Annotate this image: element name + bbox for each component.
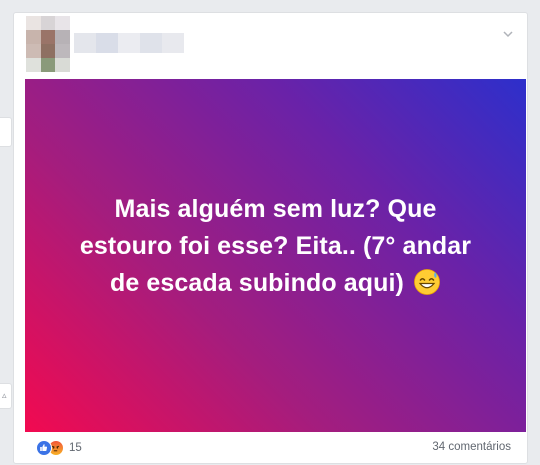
chevron-down-icon[interactable] (501, 27, 515, 41)
post-message-block: Mais alguém sem luz? Que estouro foi ess… (66, 191, 486, 302)
post-footer: 15 34 comentários (14, 432, 527, 465)
author-name[interactable] (74, 33, 184, 53)
reactions-summary[interactable]: 15 (36, 440, 82, 456)
reaction-count[interactable]: 15 (69, 442, 82, 454)
post-card: Mais alguém sem luz? Que estouro foi ess… (13, 12, 528, 464)
triangle-icon: ▵ (2, 390, 7, 400)
post-background-card: Mais alguém sem luz? Que estouro foi ess… (25, 79, 526, 432)
post-header (14, 13, 527, 79)
grinning-sweat-emoji-icon (413, 268, 441, 296)
side-panel-tab-bottom[interactable]: ▵ (0, 383, 12, 409)
avatar[interactable] (26, 16, 70, 72)
side-panel-tab-top[interactable] (0, 117, 12, 147)
comments-count-link[interactable]: 34 comentários (432, 441, 511, 453)
like-icon (36, 440, 52, 456)
